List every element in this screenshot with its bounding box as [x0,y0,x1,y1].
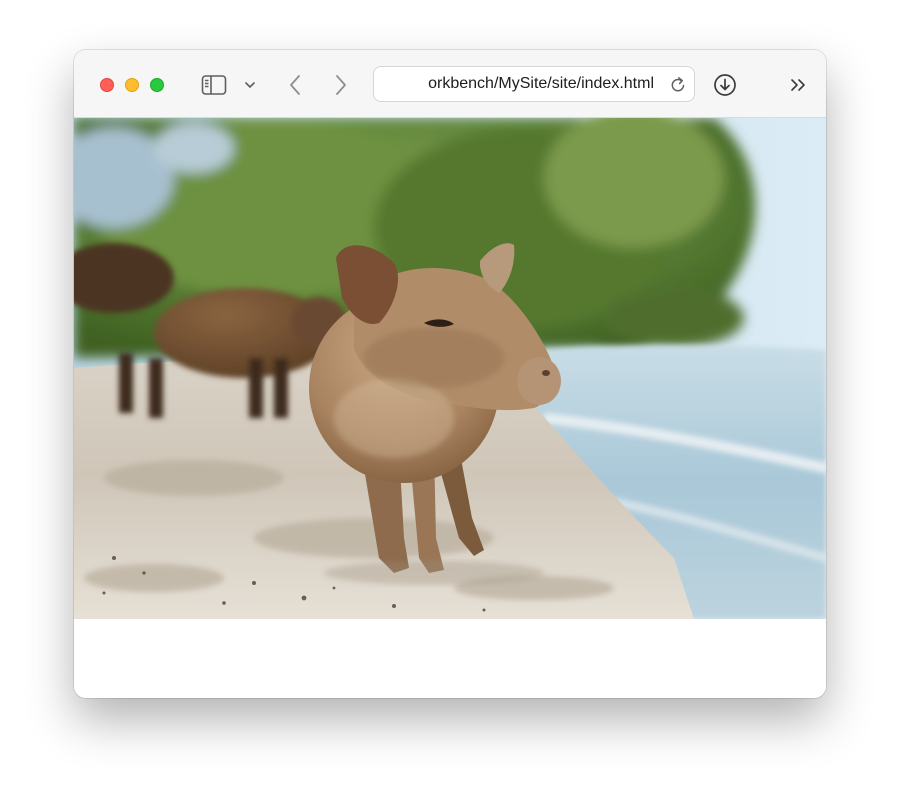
downloads-button[interactable] [712,72,738,98]
back-button[interactable] [284,72,306,98]
download-icon [714,74,736,96]
forward-button[interactable] [330,72,352,98]
browser-toolbar: orkbench/MySite/site/index.html [74,50,826,118]
toolbar-overflow-button[interactable] [788,74,810,96]
sidebar-icon [201,75,227,95]
close-window-button[interactable] [100,78,114,92]
browser-window: orkbench/MySite/site/index.html [74,50,826,698]
reload-icon [671,77,685,92]
chevron-down-icon [245,82,255,88]
zoom-window-button[interactable] [150,78,164,92]
forward-icon [336,75,346,95]
double-chevron-icon [791,79,805,91]
tab-group-menu-button[interactable] [242,76,258,94]
sidebar-toggle-button[interactable] [199,72,229,98]
page-content [74,118,826,698]
url-text[interactable]: orkbench/MySite/site/index.html [384,67,654,101]
address-bar[interactable]: orkbench/MySite/site/index.html [373,66,695,102]
back-icon [290,75,300,95]
piglet-photo [74,118,826,619]
reload-button[interactable] [668,75,688,95]
minimize-window-button[interactable] [125,78,139,92]
